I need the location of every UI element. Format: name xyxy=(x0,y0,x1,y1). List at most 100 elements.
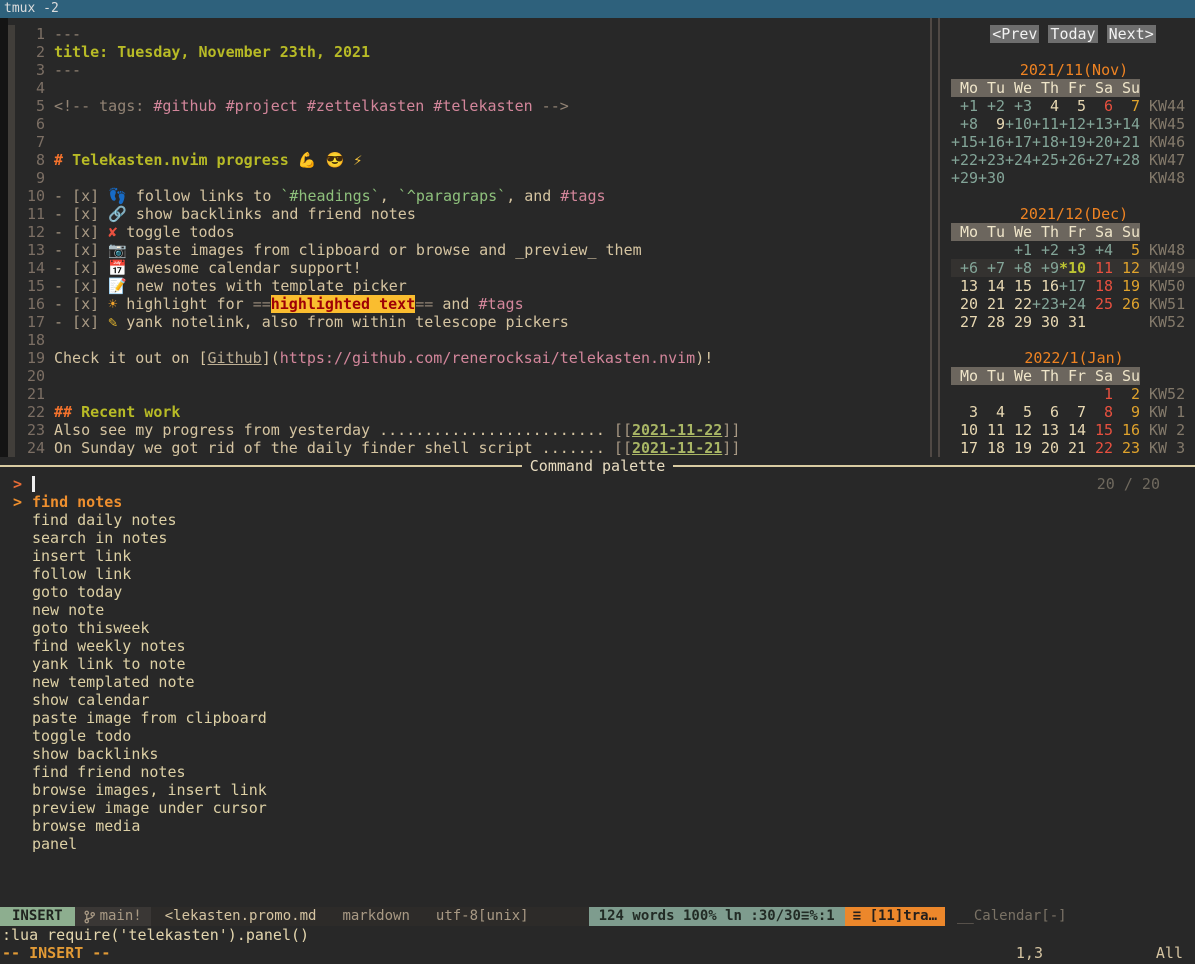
command-line[interactable]: :lua require('telekasten').panel() xyxy=(0,926,1195,944)
calendar-day[interactable]: 15 xyxy=(1005,277,1032,295)
palette-item[interactable]: new note xyxy=(0,601,1195,619)
calendar-day[interactable]: +30 xyxy=(978,169,1005,187)
calendar-day[interactable]: 31 xyxy=(1059,313,1086,331)
calendar-day[interactable]: 6 xyxy=(1086,97,1113,115)
palette-item[interactable]: follow link xyxy=(0,565,1195,583)
calendar-day[interactable]: 10 xyxy=(951,421,978,439)
calendar-today-button[interactable]: Today xyxy=(1048,25,1097,43)
calendar-day[interactable]: *10 xyxy=(1059,259,1086,277)
calendar-day[interactable]: +23 xyxy=(1032,295,1059,313)
palette-item[interactable]: browse images, insert link xyxy=(0,781,1195,799)
palette-item[interactable]: find daily notes xyxy=(0,511,1195,529)
calendar-day[interactable]: 19 xyxy=(1113,277,1140,295)
calendar-day[interactable]: 26 xyxy=(1113,295,1140,313)
calendar-day[interactable]: +17 xyxy=(1005,133,1032,151)
calendar-day[interactable]: +28 xyxy=(1113,151,1140,169)
calendar-day[interactable]: 21 xyxy=(978,295,1005,313)
calendar-day[interactable]: 27 xyxy=(951,313,978,331)
calendar-day[interactable]: 25 xyxy=(1086,295,1113,313)
calendar-day[interactable]: +7 xyxy=(978,259,1005,277)
calendar-day[interactable]: +25 xyxy=(1032,151,1059,169)
calendar-day[interactable]: 5 xyxy=(1059,97,1086,115)
palette-item[interactable]: yank link to note xyxy=(0,655,1195,673)
calendar-day[interactable]: +3 xyxy=(1005,97,1032,115)
calendar-day[interactable]: 13 xyxy=(1032,421,1059,439)
palette-item[interactable]: browse media xyxy=(0,817,1195,835)
palette-item[interactable]: show calendar xyxy=(0,691,1195,709)
palette-item[interactable]: search in notes xyxy=(0,529,1195,547)
calendar-day[interactable]: +12 xyxy=(1059,115,1086,133)
calendar-day[interactable]: 11 xyxy=(1086,259,1113,277)
calendar-day[interactable]: 22 xyxy=(1005,295,1032,313)
calendar-day[interactable]: 28 xyxy=(978,313,1005,331)
calendar-next-button[interactable]: Next> xyxy=(1107,25,1156,43)
calendar-day[interactable]: 4 xyxy=(978,403,1005,421)
palette-item[interactable]: goto thisweek xyxy=(0,619,1195,637)
calendar-day[interactable]: +13 xyxy=(1086,115,1113,133)
palette-item[interactable]: paste image from clipboard xyxy=(0,709,1195,727)
calendar-day[interactable]: 12 xyxy=(1113,259,1140,277)
calendar-day[interactable]: +1 xyxy=(1005,241,1032,259)
calendar-day[interactable]: 8 xyxy=(1086,403,1113,421)
calendar-day[interactable]: +24 xyxy=(1059,295,1086,313)
calendar-day[interactable]: +16 xyxy=(978,133,1005,151)
calendar-day[interactable]: +6 xyxy=(951,259,978,277)
calendar-prev-button[interactable]: <Prev xyxy=(990,25,1039,43)
calendar-day[interactable]: +8 xyxy=(1005,259,1032,277)
calendar-day[interactable]: +8 xyxy=(951,115,978,133)
calendar-day[interactable]: +23 xyxy=(978,151,1005,169)
calendar-day[interactable]: +17 xyxy=(1059,277,1086,295)
calendar-day[interactable]: 4 xyxy=(1032,97,1059,115)
palette-item[interactable]: panel xyxy=(0,835,1195,853)
calendar-day[interactable]: 7 xyxy=(1059,403,1086,421)
palette-item[interactable]: toggle todo xyxy=(0,727,1195,745)
calendar-day[interactable]: 1 xyxy=(1086,385,1113,403)
calendar-day[interactable]: +10 xyxy=(1005,115,1032,133)
palette-item[interactable]: show backlinks xyxy=(0,745,1195,763)
calendar-day[interactable]: 7 xyxy=(1113,97,1140,115)
calendar-day[interactable]: 17 xyxy=(951,439,978,457)
calendar-day[interactable]: +29 xyxy=(951,169,978,187)
calendar-day[interactable]: 29 xyxy=(1005,313,1032,331)
calendar-day[interactable]: +19 xyxy=(1059,133,1086,151)
calendar-day[interactable]: 3 xyxy=(951,403,978,421)
calendar-day[interactable]: 14 xyxy=(978,277,1005,295)
calendar-day[interactable]: +15 xyxy=(951,133,978,151)
calendar-day[interactable]: 22 xyxy=(1086,439,1113,457)
calendar-day[interactable]: 15 xyxy=(1086,421,1113,439)
palette-item[interactable]: goto today xyxy=(0,583,1195,601)
calendar-day[interactable]: 14 xyxy=(1059,421,1086,439)
calendar-day[interactable]: +18 xyxy=(1032,133,1059,151)
palette-item[interactable]: find friend notes xyxy=(0,763,1195,781)
calendar-day[interactable]: +21 xyxy=(1113,133,1140,151)
calendar-day[interactable]: 9 xyxy=(1113,403,1140,421)
calendar-day[interactable]: +4 xyxy=(1086,241,1113,259)
palette-prompt[interactable]: > 20 / 20 xyxy=(0,475,1195,493)
calendar-day[interactable]: +26 xyxy=(1059,151,1086,169)
calendar-day[interactable]: +1 xyxy=(951,97,978,115)
calendar-day[interactable]: 5 xyxy=(1005,403,1032,421)
palette-item[interactable]: insert link xyxy=(0,547,1195,565)
palette-item[interactable]: new templated note xyxy=(0,673,1195,691)
calendar-day[interactable]: 21 xyxy=(1059,439,1086,457)
calendar-day[interactable]: +9 xyxy=(1032,259,1059,277)
palette-item[interactable]: preview image under cursor xyxy=(0,799,1195,817)
calendar-day[interactable]: 19 xyxy=(1005,439,1032,457)
calendar-day[interactable]: 16 xyxy=(1113,421,1140,439)
calendar-day[interactable]: +14 xyxy=(1113,115,1140,133)
palette-item[interactable]: >find notes xyxy=(0,493,1195,511)
calendar-day[interactable]: 6 xyxy=(1032,403,1059,421)
calendar-day[interactable]: +2 xyxy=(978,97,1005,115)
palette-item[interactable]: find weekly notes xyxy=(0,637,1195,655)
calendar-day[interactable]: 9 xyxy=(978,115,1005,133)
calendar-day[interactable]: +20 xyxy=(1086,133,1113,151)
calendar-day[interactable]: 12 xyxy=(1005,421,1032,439)
calendar-day[interactable]: 2 xyxy=(1113,385,1140,403)
calendar-day[interactable]: 30 xyxy=(1032,313,1059,331)
window-separator[interactable] xyxy=(927,18,943,457)
calendar-day[interactable]: +27 xyxy=(1086,151,1113,169)
editor-pane[interactable]: 1---2title: Tuesday, November 23th, 2021… xyxy=(8,25,927,457)
calendar-day[interactable]: +3 xyxy=(1059,241,1086,259)
calendar-day[interactable]: 20 xyxy=(951,295,978,313)
calendar-day[interactable]: 5 xyxy=(1113,241,1140,259)
